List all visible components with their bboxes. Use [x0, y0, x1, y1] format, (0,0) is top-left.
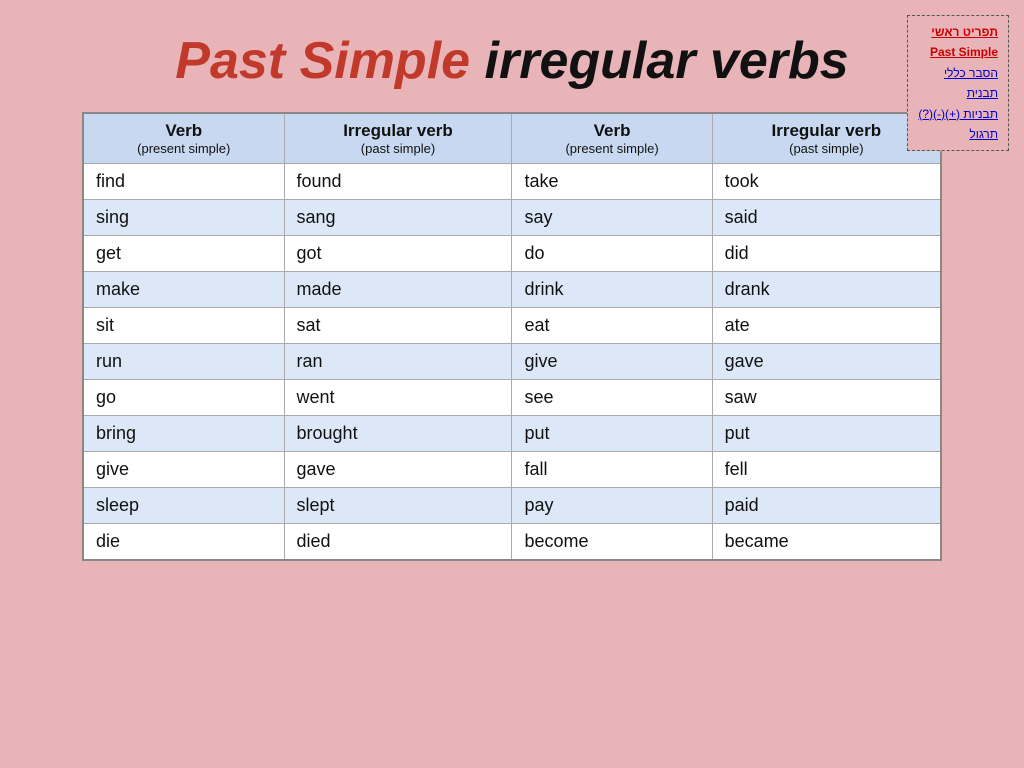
table-cell: make	[83, 272, 284, 308]
table-cell: put	[712, 416, 941, 452]
table-cell: take	[512, 164, 712, 200]
table-cell: ate	[712, 308, 941, 344]
table-cell: pay	[512, 488, 712, 524]
table-cell: do	[512, 236, 712, 272]
table-row: makemadedrinkdrank	[83, 272, 941, 308]
table-cell: made	[284, 272, 512, 308]
table-cell: fell	[712, 452, 941, 488]
table-row: gowentseesaw	[83, 380, 941, 416]
table-cell: find	[83, 164, 284, 200]
table-row: givegavefallfell	[83, 452, 941, 488]
table-header-row: Verb (present simple) Irregular verb (pa…	[83, 113, 941, 164]
table-cell: get	[83, 236, 284, 272]
nav-practice[interactable]: תרגול	[918, 124, 998, 144]
table-cell: become	[512, 524, 712, 561]
nav-box: תפריט ראשי Past Simple הסבר כללי תבנית ת…	[907, 15, 1009, 151]
table-cell: took	[712, 164, 941, 200]
table-cell: said	[712, 200, 941, 236]
header-irregular1: Irregular verb (past simple)	[284, 113, 512, 164]
nav-main-menu[interactable]: תפריט ראשי	[918, 22, 998, 42]
table-row: getgotdodid	[83, 236, 941, 272]
table-row: findfoundtaketook	[83, 164, 941, 200]
header-verb2: Verb (present simple)	[512, 113, 712, 164]
table-cell: brought	[284, 416, 512, 452]
table-row: diediedbecomebecame	[83, 524, 941, 561]
nav-pattern[interactable]: תבנית	[918, 83, 998, 103]
table-cell: go	[83, 380, 284, 416]
table-cell: drink	[512, 272, 712, 308]
table-cell: got	[284, 236, 512, 272]
table-cell: became	[712, 524, 941, 561]
table-cell: eat	[512, 308, 712, 344]
table-cell: die	[83, 524, 284, 561]
table-cell: gave	[284, 452, 512, 488]
table-cell: died	[284, 524, 512, 561]
table-cell: give	[83, 452, 284, 488]
table-cell: put	[512, 416, 712, 452]
table-cell: run	[83, 344, 284, 380]
header-verb1: Verb (present simple)	[83, 113, 284, 164]
table-cell: slept	[284, 488, 512, 524]
verb-table: Verb (present simple) Irregular verb (pa…	[82, 112, 942, 561]
table-cell: did	[712, 236, 941, 272]
table-cell: sang	[284, 200, 512, 236]
page-title: Past Simple irregular verbs	[30, 30, 994, 92]
table-cell: fall	[512, 452, 712, 488]
table-row: sleepsleptpaypaid	[83, 488, 941, 524]
table-cell: gave	[712, 344, 941, 380]
table-cell: saw	[712, 380, 941, 416]
table-cell: say	[512, 200, 712, 236]
table-cell: sit	[83, 308, 284, 344]
nav-patterns-all[interactable]: תבניות (+)(-)(?)	[918, 104, 998, 124]
title-part1: Past Simple	[175, 32, 470, 90]
table-cell: went	[284, 380, 512, 416]
table-cell: ran	[284, 344, 512, 380]
table-cell: drank	[712, 272, 941, 308]
table-cell: see	[512, 380, 712, 416]
table-row: singsangsaysaid	[83, 200, 941, 236]
table-cell: bring	[83, 416, 284, 452]
table-cell: sing	[83, 200, 284, 236]
table-cell: sleep	[83, 488, 284, 524]
table-cell: give	[512, 344, 712, 380]
table-cell: found	[284, 164, 512, 200]
table-row: runrangivegave	[83, 344, 941, 380]
table-row: sitsateatate	[83, 308, 941, 344]
title-part2: irregular verbs	[470, 32, 849, 90]
table-cell: sat	[284, 308, 512, 344]
nav-past-simple[interactable]: Past Simple	[918, 42, 998, 62]
table-row: bringbroughtputput	[83, 416, 941, 452]
page-container: תפריט ראשי Past Simple הסבר כללי תבנית ת…	[0, 0, 1024, 768]
table-cell: paid	[712, 488, 941, 524]
nav-explanation[interactable]: הסבר כללי	[918, 63, 998, 83]
